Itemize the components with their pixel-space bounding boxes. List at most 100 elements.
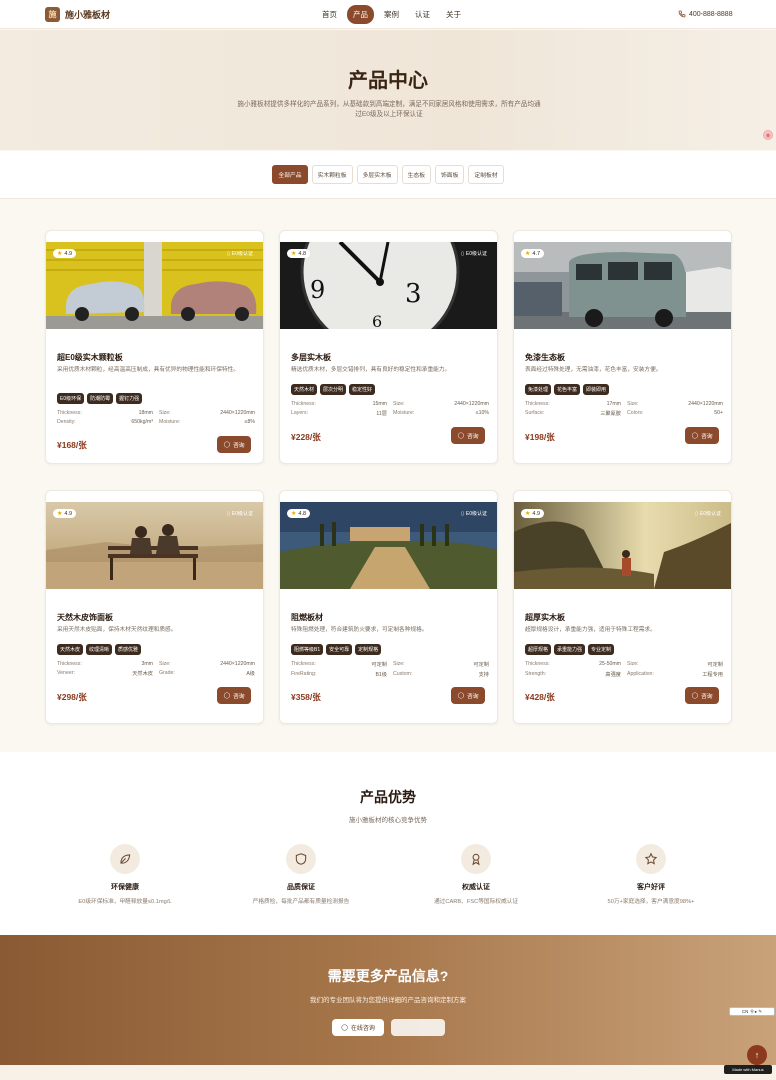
product-title: 多层实木板 bbox=[291, 353, 331, 362]
cert-badge: ▯ E0级认证 bbox=[461, 510, 487, 518]
spec-item: Grade: A级 bbox=[159, 670, 255, 677]
product-card[interactable]: ★ 4.9 ▯ E0级认证 超E0级实木颗粒板 采用优质木材颗粒，经高温高压制成，具… bbox=[45, 230, 264, 464]
product-card[interactable]: ★ 4.9 ▯ E0级认证 超厚实木板 超厚规格设计，承重能力强，适用于特殊工程需求… bbox=[513, 490, 732, 724]
scroll-top-button[interactable]: ↑ bbox=[747, 1045, 767, 1065]
language-switcher[interactable]: CN ⚲ ▸ ✎ bbox=[729, 1007, 775, 1016]
phone-link[interactable]: 400-888-8888 bbox=[678, 10, 733, 18]
cert-badge: ▯ E0级认证 bbox=[227, 510, 253, 518]
product-card[interactable]: 9 3 6 ★ 4.8 ▯ E0级认证 多层实木板 精选优质木材，多层交错排列，具有… bbox=[279, 230, 498, 464]
svg-text:3: 3 bbox=[405, 279, 422, 309]
product-tags: 免漆处理 花色丰富 即装即用 bbox=[525, 384, 610, 395]
product-price: ¥358/张 bbox=[291, 692, 321, 702]
spec-item: Surface: 三聚氰胺 bbox=[525, 410, 621, 417]
spec-item: Veneer: 天然木皮 bbox=[57, 670, 153, 677]
nav-home[interactable]: 首页 bbox=[316, 5, 343, 24]
advantage-title: 环保健康 bbox=[111, 884, 139, 891]
product-title: 超厚实木板 bbox=[525, 613, 565, 622]
online-consult-button[interactable]: ◯ 在线咨询 bbox=[332, 1019, 384, 1036]
product-description: 超厚规格设计，承重能力强，适用于特殊工程需求。 bbox=[525, 627, 656, 633]
award-icon bbox=[461, 844, 491, 874]
arrow-up-icon: ↑ bbox=[754, 1050, 760, 1060]
cert-icon: ▯ bbox=[227, 250, 230, 257]
consult-button[interactable]: ◯ 咨询 bbox=[217, 687, 251, 704]
advantage-title: 客户好评 bbox=[637, 884, 665, 891]
product-specs: Thickness: 25-50mm Size: 可定制 Strength: 高强度 … bbox=[525, 661, 723, 678]
spec-item: Size: 2440×1220mm bbox=[627, 401, 723, 407]
product-price: ¥168/张 bbox=[57, 440, 87, 450]
spec-item: Size: 可定制 bbox=[627, 661, 723, 668]
chat-icon: ◯ bbox=[691, 432, 698, 439]
product-tags: 超厚规格 承重能力强 专业定制 bbox=[525, 644, 615, 655]
spec-item: Application: 工程专用 bbox=[627, 671, 723, 678]
nav-products[interactable]: 产品 bbox=[347, 5, 374, 24]
consult-button[interactable]: ◯ 咨询 bbox=[685, 687, 719, 704]
tag: 天然木材 bbox=[291, 384, 318, 395]
advantages-section: 产品优势 施小雅板材的核心竞争优势 环保健康 E0级环保标准，甲醛释放量≤0.1… bbox=[0, 752, 776, 935]
cert-icon: ▯ bbox=[461, 250, 464, 257]
spec-item: Size: 2440×1220mm bbox=[159, 410, 255, 416]
spec-item: Thickness: 25-50mm bbox=[525, 661, 621, 667]
product-specs: Thickness: 18mm Size: 2440×1220mm Density:… bbox=[57, 410, 255, 425]
spec-item: Size: 可定制 bbox=[393, 661, 489, 668]
rating-badge: ★ 4.9 bbox=[53, 509, 77, 518]
star-icon: ★ bbox=[291, 251, 297, 257]
product-description: 采用优质木材颗粒，经高温高压制成，具有优异的物理性能和环保特性。 bbox=[57, 367, 239, 373]
consult-button[interactable]: ◯ 咨询 bbox=[451, 687, 485, 704]
product-price: ¥228/张 bbox=[291, 432, 321, 442]
spec-item: Density: 650kg/m³ bbox=[57, 419, 153, 425]
product-card[interactable]: ★ 4.9 ▯ E0级认证 天然木皮饰面板 采用天然木皮贴面，保持木材天然纹理和质感… bbox=[45, 490, 264, 724]
product-price: ¥428/张 bbox=[525, 692, 555, 702]
product-title: 天然木皮饰面板 bbox=[57, 613, 113, 622]
tool-icons: ⚲ ▸ ✎ bbox=[750, 1008, 763, 1014]
nav-about[interactable]: 关于 bbox=[440, 5, 467, 24]
filter-eco-board[interactable]: 生态板 bbox=[401, 165, 431, 184]
advantage-title: 权威认证 bbox=[462, 884, 490, 891]
filter-veneer[interactable]: 饰面板 bbox=[435, 165, 465, 184]
phone-number: 400-888-8888 bbox=[689, 10, 733, 18]
cert-icon: ▯ bbox=[695, 510, 698, 517]
product-specs: Thickness: 可定制 Size: 可定制 FireRating: B1级 Cu… bbox=[291, 661, 489, 678]
floating-dot-icon[interactable]: ◉ bbox=[763, 130, 773, 140]
advantage-item: 权威认证 通过CARB、FSC等国际权威认证 bbox=[396, 844, 556, 905]
advantage-item: 环保健康 E0级环保标准，甲醛释放量≤0.1mg/L bbox=[45, 844, 205, 905]
consult-button[interactable]: ◯ 咨询 bbox=[451, 427, 485, 444]
consult-button[interactable]: ◯ 咨询 bbox=[685, 427, 719, 444]
product-image-van bbox=[514, 242, 731, 329]
star-icon: ★ bbox=[57, 251, 63, 257]
tag: 阻燃等级B1 bbox=[291, 644, 324, 655]
product-specs: Thickness: 15mm Size: 2440×1220mm Layers: 1… bbox=[291, 401, 489, 417]
spec-item: Thickness: 17mm bbox=[525, 401, 621, 407]
chat-icon: ◯ bbox=[341, 1025, 348, 1031]
nav-cases[interactable]: 案例 bbox=[378, 5, 405, 24]
product-description: 采用天然木皮贴面，保持木材天然纹理和质感。 bbox=[57, 627, 177, 633]
product-description: 表面经过特殊处理，无需油漆，花色丰富，安装方便。 bbox=[525, 367, 662, 373]
spec-item: Colors: 50+ bbox=[627, 410, 723, 416]
brand-name: 施小雅板材 bbox=[65, 10, 111, 20]
logo[interactable]: 施 施小雅板材 bbox=[45, 7, 110, 22]
nav-certs[interactable]: 认证 bbox=[409, 5, 436, 24]
advantages-title: 产品优势 bbox=[360, 789, 416, 805]
secondary-cta-button[interactable] bbox=[391, 1019, 445, 1036]
cert-badge: ▯ E0级认证 bbox=[227, 250, 253, 258]
consult-button[interactable]: ◯ 咨询 bbox=[217, 436, 251, 453]
advantage-item: 客户好评 50万+家庭选择，客户满意度98%+ bbox=[571, 844, 731, 905]
product-description: 精选优质木材，多层交错排列，具有良好的稳定性和承重能力。 bbox=[291, 367, 451, 373]
filter-custom[interactable]: 定制板材 bbox=[468, 165, 504, 184]
tag: 专业定制 bbox=[588, 644, 615, 655]
spec-item: Thickness: 15mm bbox=[291, 401, 387, 407]
svg-text:9: 9 bbox=[310, 276, 325, 304]
filter-plywood[interactable]: 多层实木板 bbox=[356, 165, 398, 184]
tag: 纹理清晰 bbox=[86, 644, 113, 655]
tag: 防潮防霉 bbox=[87, 393, 114, 404]
cta-section: 需要更多产品信息? 我们的专业团队将为您提供详细的产品咨询和定制方案 ◯ 在线咨询 bbox=[0, 935, 776, 1065]
advantage-desc: 严格质检，每批产品都有质量检测报告 bbox=[252, 899, 350, 905]
phone-icon bbox=[678, 10, 686, 18]
product-card[interactable]: ★ 4.7 免漆生态板 表面经过特殊处理，无需油漆，花色丰富，安装方便。 免漆处理… bbox=[513, 230, 732, 464]
product-tags: 天然木皮 纹理清晰 质感优雅 bbox=[57, 644, 142, 655]
spec-item: Custom: 支持 bbox=[393, 671, 489, 678]
filter-all[interactable]: 全部产品 bbox=[272, 165, 308, 184]
filter-particle-board[interactable]: 实木颗粒板 bbox=[311, 165, 353, 184]
cert-badge: ▯ E0级认证 bbox=[695, 510, 721, 518]
product-card[interactable]: ★ 4.8 ▯ E0级认证 阻燃板材 特殊阻燃处理，符合建筑防火要求，可定制各种规格… bbox=[279, 490, 498, 724]
made-with-badge[interactable]: Made with Manus bbox=[724, 1065, 772, 1074]
